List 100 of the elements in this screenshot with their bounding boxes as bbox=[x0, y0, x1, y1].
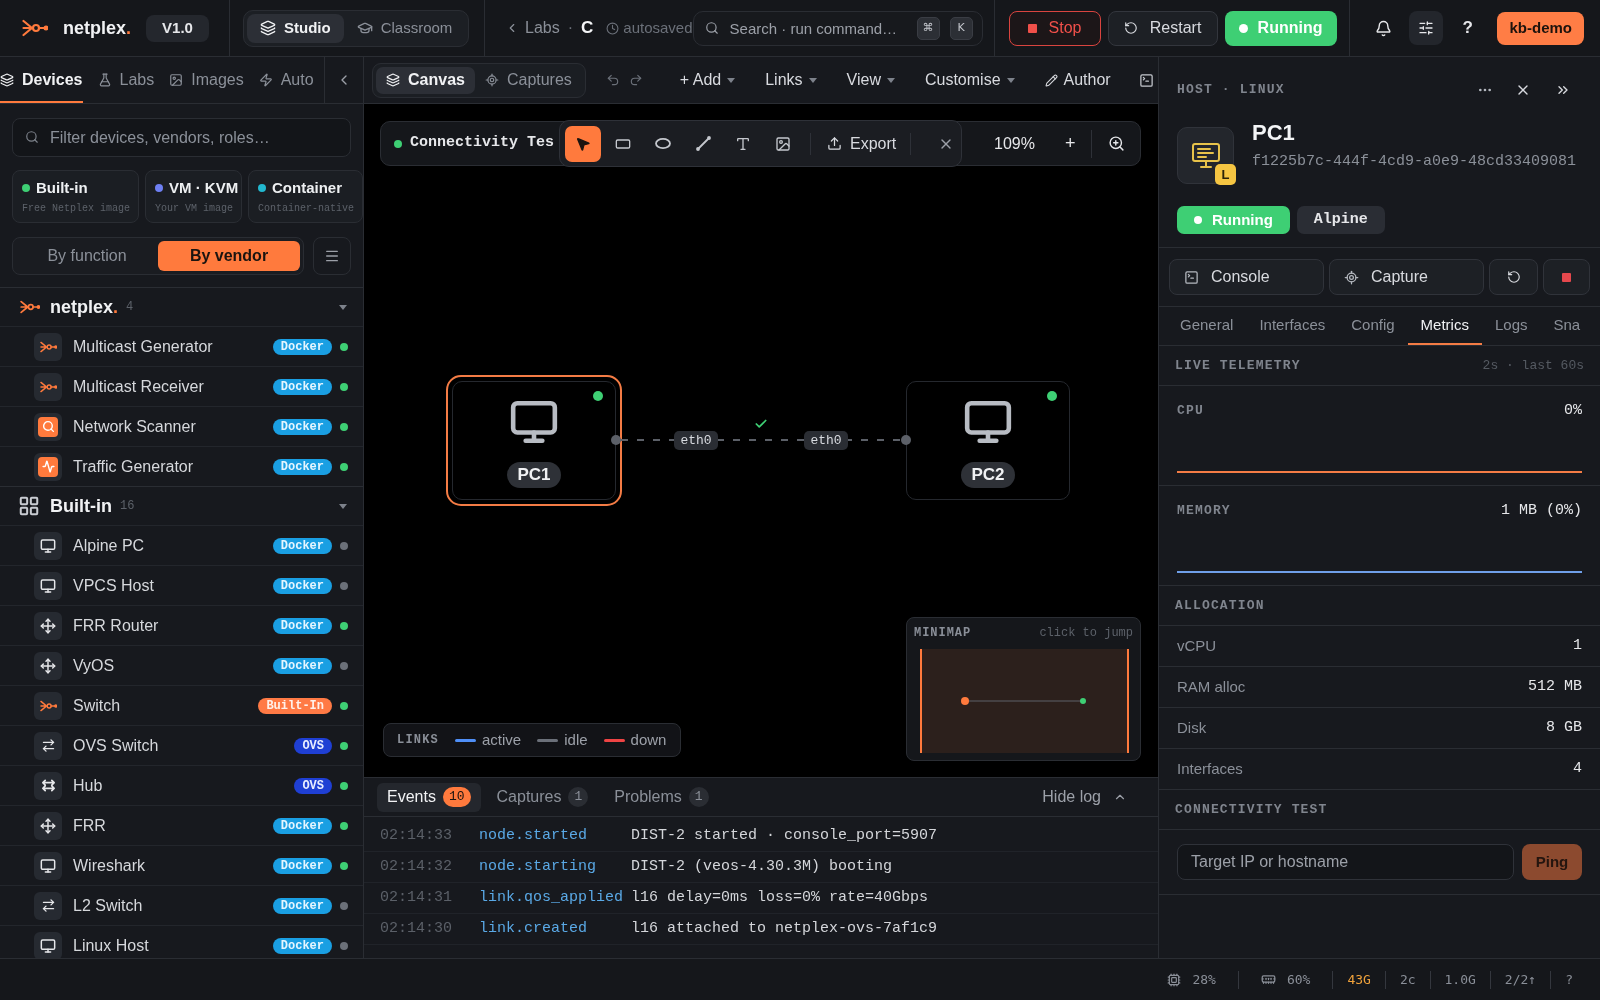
device-name: Multicast Receiver bbox=[73, 376, 204, 397]
caret-icon[interactable] bbox=[339, 503, 347, 509]
allocation-label: Disk bbox=[1177, 717, 1207, 738]
action-button[interactable]: Console bbox=[1169, 259, 1324, 295]
pointer-icon bbox=[575, 135, 591, 152]
group-count: 16 bbox=[120, 498, 135, 515]
monitor-icon bbox=[34, 531, 62, 560]
log-event: node.started bbox=[479, 825, 589, 846]
metric-label: MEMORY bbox=[1177, 502, 1231, 521]
view-tab[interactable]: Canvas bbox=[376, 66, 475, 94]
zoom-in-icon[interactable] bbox=[1108, 135, 1126, 152]
inspector-tab[interactable]: Config bbox=[1338, 307, 1408, 345]
log-event: link.created bbox=[479, 918, 589, 939]
inspector-tab[interactable]: Metrics bbox=[1407, 307, 1482, 345]
list-menu-button[interactable] bbox=[313, 237, 351, 275]
settings-button[interactable] bbox=[1408, 11, 1443, 45]
move-arrows-icon bbox=[34, 811, 62, 840]
restart-button[interactable] bbox=[1489, 259, 1538, 295]
image-icon bbox=[775, 135, 791, 152]
sidebar-tab[interactable]: Devices bbox=[0, 57, 83, 103]
device-node[interactable]: PC1 bbox=[446, 375, 622, 506]
monitor-icon bbox=[34, 571, 62, 600]
count-badge: 1 bbox=[568, 787, 589, 807]
status-value: 60% bbox=[1286, 970, 1311, 989]
stop-icon bbox=[1027, 23, 1037, 33]
restart-button[interactable]: Restart bbox=[1107, 10, 1218, 46]
menu-button[interactable]: + Add bbox=[679, 68, 736, 92]
caret-icon[interactable] bbox=[339, 304, 347, 310]
view-tab[interactable]: Captures bbox=[474, 66, 582, 94]
flask-icon bbox=[97, 73, 112, 87]
export-button[interactable]: Export bbox=[817, 126, 907, 161]
line-icon bbox=[695, 136, 711, 151]
help-button[interactable]: ? bbox=[1462, 15, 1473, 41]
stop-button[interactable]: Stop bbox=[1008, 10, 1101, 46]
stop-button[interactable] bbox=[1543, 259, 1590, 295]
interface-label: eth0 bbox=[674, 431, 718, 450]
inspector-tab[interactable]: Interfaces bbox=[1246, 307, 1339, 345]
log-message: DIST-2 started · console_port=5907 bbox=[631, 825, 938, 846]
section-title: LIVE TELEMETRY bbox=[1175, 356, 1301, 375]
image-source-card[interactable]: Container Container-native bbox=[248, 170, 363, 223]
bell-icon[interactable] bbox=[1374, 19, 1392, 37]
source-title: Container bbox=[272, 179, 342, 197]
mode-tab[interactable]: Studio bbox=[247, 13, 344, 43]
sidebar-tab[interactable]: Auto bbox=[258, 57, 314, 103]
log-tab[interactable]: Events 10 bbox=[377, 782, 481, 812]
cpu-icon bbox=[1167, 972, 1182, 987]
image-source-card[interactable]: Built-in Free Netplex image bbox=[12, 170, 139, 223]
move-arrows-icon bbox=[34, 611, 62, 640]
inspector-tab[interactable]: Logs bbox=[1481, 307, 1541, 345]
log-tab[interactable]: Captures 1 bbox=[486, 782, 599, 812]
inspector-tab[interactable]: Sna bbox=[1540, 307, 1594, 345]
tool-button[interactable] bbox=[565, 125, 601, 162]
sidebar-tab[interactable]: Images bbox=[169, 57, 244, 103]
menu-button[interactable]: Links bbox=[765, 68, 817, 92]
count-badge: 1 bbox=[688, 787, 709, 807]
device-name: Traffic Generator bbox=[73, 456, 194, 477]
circular-arrow-icon bbox=[1506, 270, 1521, 284]
runtime-badge: Docker bbox=[272, 338, 332, 355]
logo-icon bbox=[22, 19, 48, 37]
source-subtitle: Container-native bbox=[258, 202, 355, 216]
sidebar-tab[interactable]: Labs bbox=[97, 57, 155, 103]
device-name: FRR Router bbox=[73, 615, 159, 636]
ellipse-icon bbox=[655, 138, 671, 149]
logo-icon bbox=[34, 372, 62, 401]
action-button[interactable]: Capture bbox=[1329, 259, 1484, 295]
image-source-card[interactable]: VM · KVM Your VM image bbox=[145, 170, 242, 223]
layers-icon bbox=[0, 73, 14, 87]
hide-log-button[interactable]: Hide log bbox=[1042, 785, 1127, 809]
breadcrumb-back-link[interactable]: Labs bbox=[505, 16, 560, 40]
log-time: 02:14:30 bbox=[380, 918, 453, 939]
mode-tab[interactable]: Classroom bbox=[343, 13, 466, 43]
version-badge: V1.0 bbox=[146, 14, 209, 42]
user-button[interactable]: kb-demo bbox=[1497, 11, 1584, 45]
legend-label: down bbox=[630, 729, 667, 750]
allocation-label: Interfaces bbox=[1177, 758, 1243, 779]
inspector-tab[interactable]: General bbox=[1167, 307, 1247, 345]
zoom-step-button[interactable]: + bbox=[1064, 130, 1076, 157]
metric-value: 0% bbox=[1564, 400, 1582, 421]
log-event: link.qos_applied bbox=[479, 887, 625, 908]
menu-button[interactable]: View bbox=[846, 68, 895, 92]
redo-icon[interactable] bbox=[628, 73, 643, 87]
target-host-field[interactable]: Target IP or hostname bbox=[1177, 844, 1514, 880]
status-value: 2c bbox=[1399, 970, 1416, 989]
source-title: VM · KVM bbox=[169, 179, 239, 197]
pulse-icon bbox=[34, 452, 62, 481]
zoom-level: 109% bbox=[994, 133, 1035, 154]
device-name: Switch bbox=[73, 695, 121, 716]
device-filter-field[interactable]: Filter devices, vendors, roles… bbox=[12, 118, 351, 157]
device-node[interactable]: PC2 bbox=[906, 381, 1070, 500]
terminal-icon[interactable] bbox=[1139, 72, 1154, 88]
mode-button[interactable]: Author bbox=[1044, 68, 1111, 92]
grouping-option[interactable]: By vendor bbox=[158, 241, 300, 271]
device-id: f1225b7c-444f-4cd9-a0e9-48cd33409081 bbox=[1252, 152, 1577, 172]
source-subtitle: Your VM image bbox=[155, 202, 234, 216]
log-tab[interactable]: Problems 1 bbox=[604, 782, 719, 812]
grouping-option[interactable]: By function bbox=[16, 241, 158, 271]
undo-icon[interactable] bbox=[605, 73, 620, 87]
logo-icon bbox=[34, 691, 62, 720]
device-type-badge: L bbox=[1215, 164, 1236, 185]
menu-button[interactable]: Customise bbox=[924, 68, 1015, 92]
